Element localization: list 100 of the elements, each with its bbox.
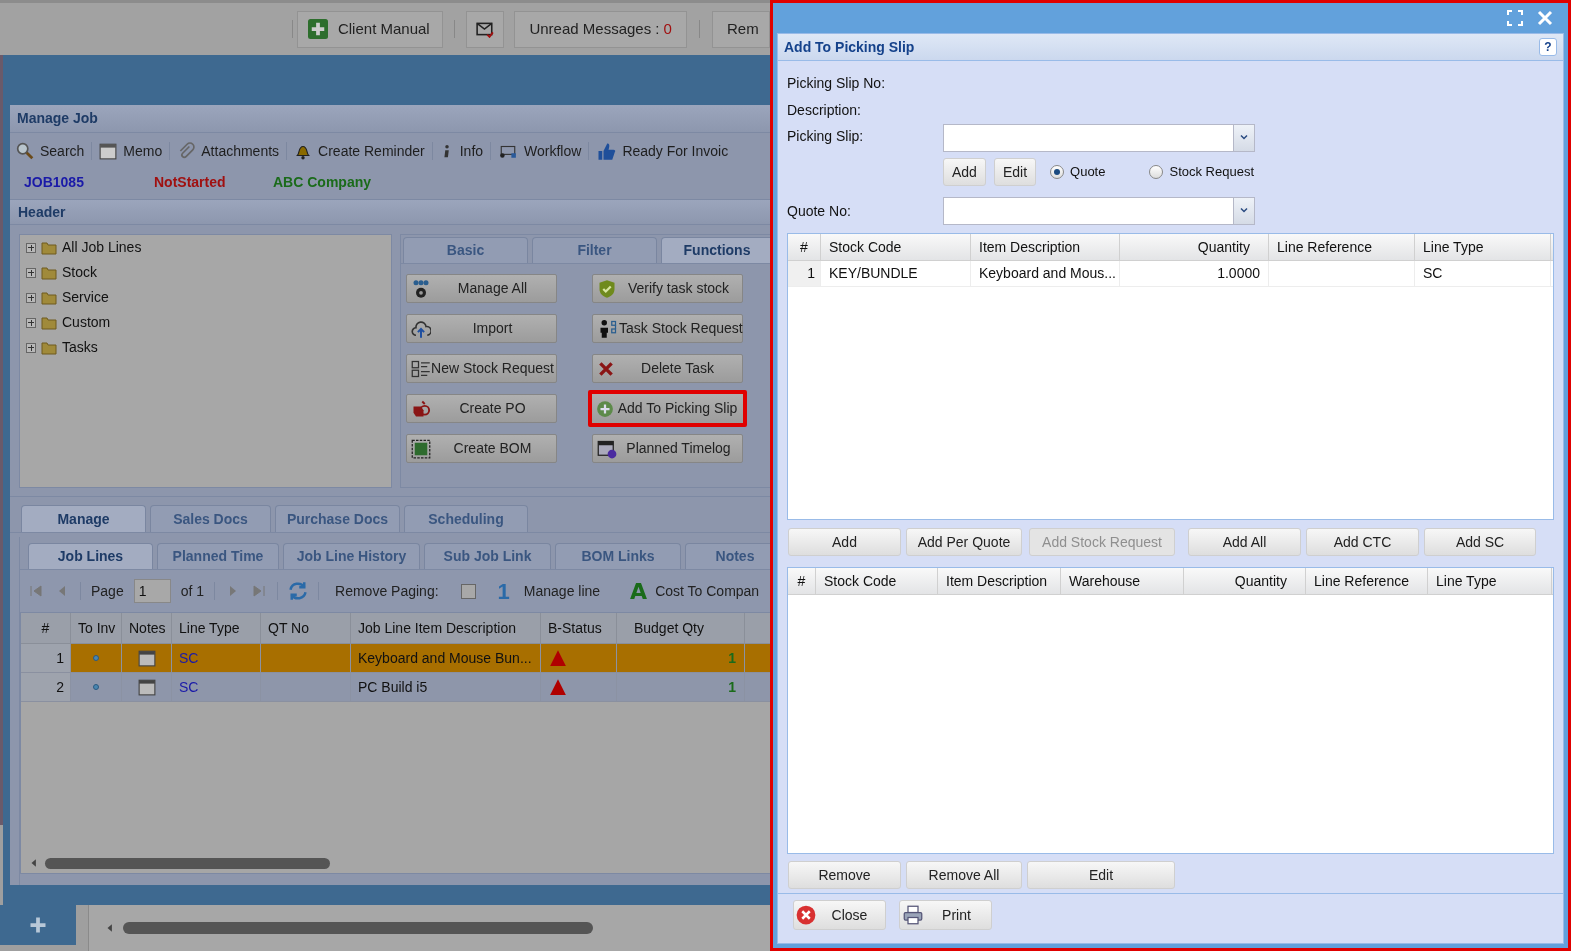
page-field[interactable]: 1	[133, 579, 171, 603]
remove-paging-label: Remove Paging:	[335, 581, 439, 601]
unread-messages-button[interactable]: Unread Messages : 0	[514, 10, 688, 48]
quote-number-dropdown[interactable]	[943, 197, 1255, 225]
tab[interactable]: Job Lines	[28, 543, 153, 569]
table-cell-text: Keyboard and Mous...	[979, 264, 1116, 283]
scrollbar-thumb[interactable]	[45, 857, 330, 869]
field-label: Picking Slip:	[787, 127, 865, 146]
column-header[interactable]: Line Type	[172, 613, 261, 643]
button[interactable]: Add All	[1188, 528, 1301, 556]
client-manual-button[interactable]: Client Manual	[296, 10, 443, 48]
help-button[interactable]: ?	[1539, 38, 1557, 56]
page-label: Page	[91, 581, 124, 601]
button[interactable]: Remove	[788, 861, 901, 889]
table-row[interactable]: 1 SC Keyboard and Mouse Bun... 1	[21, 644, 770, 673]
mail-button[interactable]	[465, 10, 505, 48]
column-header[interactable]: Job Line Item Description	[351, 613, 541, 643]
toolbar-button[interactable]: Create Reminder	[294, 140, 425, 162]
column-header[interactable]: Stock Code	[816, 568, 938, 594]
expander-icon[interactable]	[26, 317, 36, 328]
function-button[interactable]: Add To Picking Slip	[588, 390, 747, 427]
table-cell-text: KEY/BUNDLE	[829, 264, 918, 283]
column-header[interactable]: To Inv	[71, 613, 122, 643]
button[interactable]: Edit	[1027, 861, 1175, 889]
tree-node-label[interactable]: Service	[62, 287, 109, 308]
expander-icon[interactable]	[26, 267, 36, 278]
column-header[interactable]: Stock Code	[821, 234, 971, 260]
close-circle-icon	[796, 905, 816, 925]
reminder-button[interactable]: Rem	[712, 10, 770, 48]
customer-name: ABC Company	[273, 172, 371, 192]
column-header[interactable]: #	[788, 234, 821, 260]
column-header[interactable]: Quantity	[1120, 234, 1269, 260]
column-header[interactable]: B-Status	[541, 613, 617, 643]
column-header[interactable]: Quantity	[1184, 568, 1306, 594]
expander-icon[interactable]	[26, 242, 36, 253]
tab[interactable]: Functions	[661, 237, 770, 263]
toolbar-button[interactable]: Ready For Invoic	[596, 140, 729, 162]
tree-node-label[interactable]: Tasks	[62, 337, 98, 358]
cost-to-company-button[interactable]: A Cost To Compan	[630, 574, 760, 608]
button[interactable]: Add CTC	[1306, 528, 1419, 556]
shield-check-icon	[597, 278, 617, 299]
button[interactable]: Remove All	[906, 861, 1022, 889]
tree-node-label[interactable]: All Job Lines	[62, 237, 142, 258]
column-header[interactable]: Line Type	[1428, 568, 1552, 594]
column-header[interactable]: Item Description	[971, 234, 1120, 260]
notes-icon	[137, 649, 156, 667]
cross-icon	[597, 359, 615, 378]
toolbar-button[interactable]: Workflow	[498, 140, 582, 162]
table-cell-text: 1	[728, 648, 736, 668]
column-header[interactable]: Line Type	[1415, 234, 1551, 260]
function-button[interactable]: Verify task stock	[592, 274, 743, 303]
tree-node-label[interactable]: Custom	[62, 312, 111, 333]
maximize-button[interactable]	[1506, 9, 1524, 27]
radio-button[interactable]	[1149, 165, 1164, 179]
radio-button[interactable]	[1050, 165, 1065, 179]
add-tab-button[interactable]	[0, 905, 76, 945]
column-header[interactable]: QT No	[261, 613, 351, 643]
maximize-icon	[1507, 10, 1523, 26]
checkbox[interactable]	[460, 583, 476, 599]
column-header[interactable]: Line Reference	[1306, 568, 1428, 594]
button[interactable]: Edit	[993, 158, 1037, 186]
button[interactable]: Add Per Quote	[906, 528, 1022, 556]
function-button[interactable]: New Stock Request	[406, 354, 557, 383]
column-header[interactable]: Line Reference	[1269, 234, 1415, 260]
toolbar-button[interactable]: Search	[16, 140, 85, 162]
picking-slip-dropdown[interactable]	[943, 124, 1255, 152]
button[interactable]: Add	[943, 158, 986, 186]
column-header[interactable]: Item Description	[938, 568, 1061, 594]
column-header[interactable]: #	[21, 613, 71, 643]
expander-icon[interactable]	[26, 292, 36, 303]
function-button[interactable]: Create BOM	[406, 434, 557, 463]
toolbar-button[interactable]: Info	[439, 140, 484, 162]
notes-icon	[137, 678, 156, 696]
tree-node-label[interactable]: Stock	[62, 262, 97, 283]
scrollbar-thumb[interactable]	[123, 922, 593, 934]
window-icon	[99, 142, 118, 160]
button[interactable]: Add	[788, 528, 901, 556]
expander-icon[interactable]	[26, 342, 36, 353]
toolbar-button[interactable]: Attachments	[177, 140, 280, 162]
column-header[interactable]: Notes	[122, 613, 172, 643]
tab[interactable]: Manage	[21, 505, 146, 532]
function-button[interactable]: Task Stock Request	[592, 314, 743, 343]
function-button[interactable]: Delete Task	[592, 354, 743, 383]
toolbar-button[interactable]: Memo	[99, 140, 163, 162]
column-header[interactable]: #	[788, 568, 816, 594]
table-row[interactable]: 2 SC PC Build i5 1	[21, 673, 770, 702]
function-button[interactable]: Manage All	[406, 274, 557, 303]
footer-button[interactable]: Print	[899, 900, 992, 930]
function-button[interactable]: Planned Timelog	[592, 434, 743, 463]
panel-title: Manage Job	[17, 109, 98, 128]
function-button[interactable]: Create PO	[406, 394, 557, 423]
footer-button[interactable]: Close	[793, 900, 886, 930]
column-header[interactable]: Warehouse	[1061, 568, 1184, 594]
chevron-down-icon	[1239, 207, 1249, 215]
column-header[interactable]: Budget Qty	[617, 613, 745, 643]
close-button[interactable]	[1536, 9, 1554, 27]
manage-line-button[interactable]: 1 Manage line	[497, 574, 601, 608]
button[interactable]: Add SC	[1424, 528, 1536, 556]
table-cell-text: PC Build i5	[358, 677, 428, 697]
function-button[interactable]: Import	[406, 314, 557, 343]
